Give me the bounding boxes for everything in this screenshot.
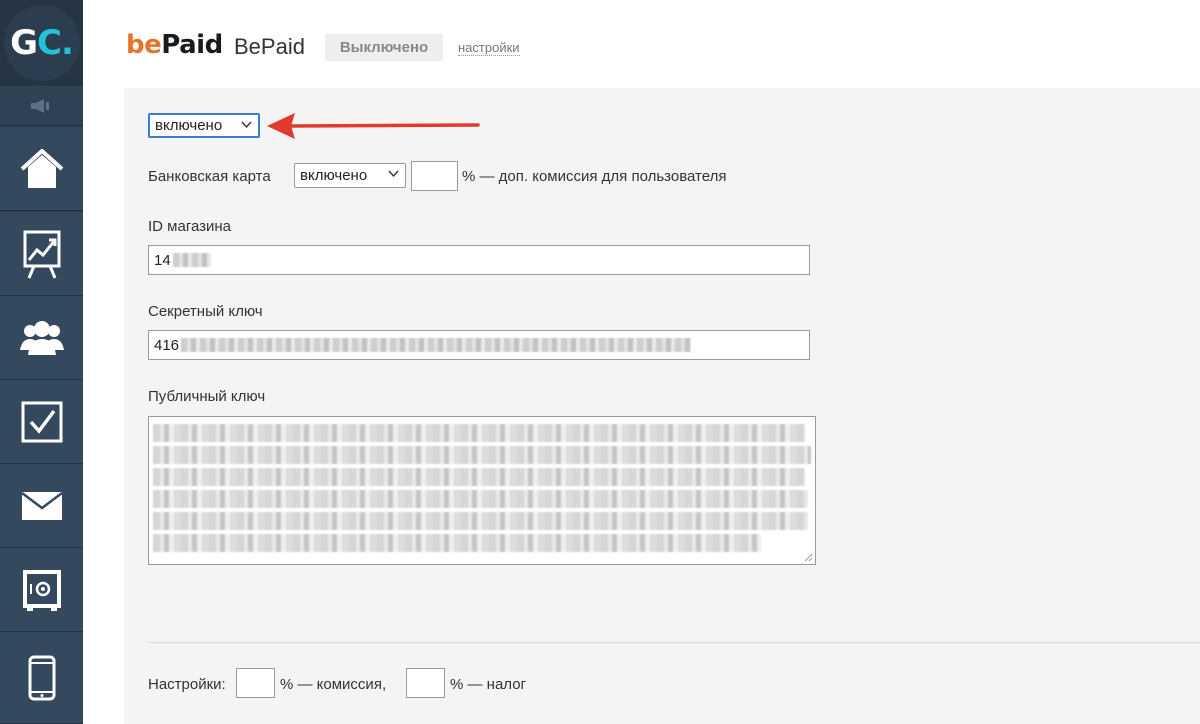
card-select[interactable]: включено <box>294 163 406 188</box>
safe-icon <box>22 569 61 611</box>
sidebar-item-home[interactable] <box>0 127 83 211</box>
sidebar-item-tasks[interactable] <box>0 380 83 464</box>
card-commission-suffix: % — доп. комиссия для пользователя <box>462 168 727 185</box>
resize-handle-icon[interactable] <box>804 553 813 562</box>
redacted-text <box>181 338 692 352</box>
redacted-line <box>153 468 805 486</box>
public-key-label: Публичный ключ <box>148 388 266 405</box>
mail-icon <box>20 491 63 520</box>
settings-label: Настройки: <box>148 676 226 693</box>
shop-id-value: 14 <box>154 251 171 269</box>
bepaid-logo-paid: Paid <box>161 30 223 60</box>
sidebar-item-mobile[interactable] <box>0 632 83 724</box>
sidebar-item-analytics[interactable] <box>0 212 83 296</box>
redacted-line <box>153 534 761 552</box>
bepaid-logo-be: be <box>126 30 162 60</box>
redacted-line <box>153 424 805 442</box>
home-icon <box>20 148 63 188</box>
sidebar-item-users[interactable] <box>0 296 83 380</box>
commission-suffix: % — комиссия, <box>280 676 387 693</box>
checkbox-icon <box>21 401 62 442</box>
logo-letter-g: G <box>10 23 38 63</box>
card-label: Банковская карта <box>148 168 271 185</box>
logo-letter-c: C. <box>37 23 74 63</box>
logo-badge: GC. <box>3 5 80 81</box>
redacted-text <box>172 253 211 267</box>
card-select-value: включено <box>300 167 368 184</box>
shop-id-label: ID магазина <box>148 218 232 235</box>
status-badge: Выключено <box>325 34 443 61</box>
mobile-icon <box>28 655 55 700</box>
settings-link[interactable]: настройки <box>458 40 520 56</box>
secret-key-value: 416 <box>154 336 180 354</box>
redacted-line <box>153 490 808 508</box>
users-icon <box>19 320 64 355</box>
sidebar-item-announcements[interactable] <box>0 86 83 126</box>
chevron-down-icon <box>388 170 399 178</box>
speaker-icon <box>30 98 49 113</box>
shop-id-input[interactable]: 14 <box>148 245 810 275</box>
page-header: bePaid BePaid Выключено настройки <box>83 0 1200 88</box>
card-commission-input[interactable] <box>411 161 458 191</box>
page-title: BePaid <box>234 34 305 59</box>
commission-input[interactable] <box>236 668 275 698</box>
sidebar-item-messages[interactable] <box>0 464 83 548</box>
tax-input[interactable] <box>406 668 445 698</box>
sidebar: GC. <box>0 0 83 724</box>
enabled-select[interactable]: включено <box>148 113 260 138</box>
public-key-textarea[interactable] <box>148 416 816 565</box>
chart-icon <box>23 230 60 279</box>
sidebar-item-payments[interactable] <box>0 548 83 632</box>
tax-suffix: % — налог <box>450 676 527 693</box>
enabled-select-value: включено <box>155 117 223 134</box>
secret-key-label: Секретный ключ <box>148 303 263 320</box>
settings-panel: включено Банковская карта включено % — д… <box>124 88 1200 724</box>
secret-key-input[interactable]: 416 <box>148 330 810 360</box>
bepaid-logo: bePaid <box>126 30 223 60</box>
redacted-line <box>153 512 808 530</box>
divider <box>148 642 1200 643</box>
chevron-down-icon <box>241 121 252 129</box>
logo[interactable]: GC. <box>0 0 83 86</box>
annotation-arrow-icon <box>267 113 480 139</box>
redacted-line <box>153 446 811 464</box>
